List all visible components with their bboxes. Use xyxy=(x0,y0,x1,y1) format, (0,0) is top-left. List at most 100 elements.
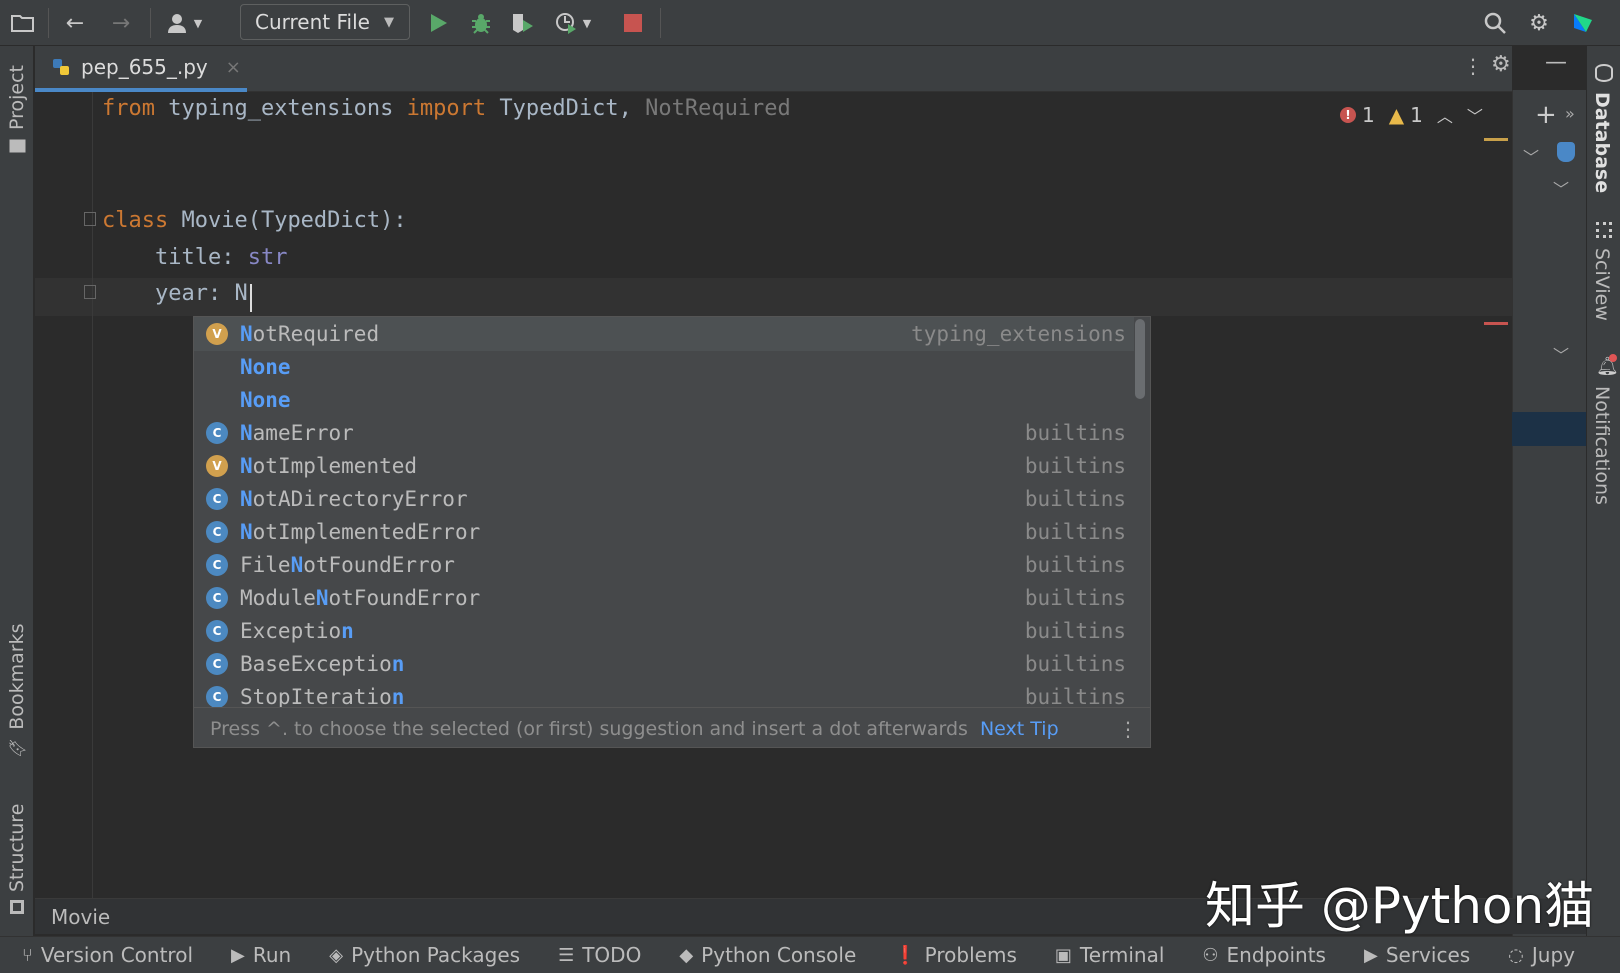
tab-version-control[interactable]: ⑂ Version Control xyxy=(22,943,193,967)
completion-item[interactable]: C FileNotFoundError builtins xyxy=(194,548,1134,582)
structure-tool-button[interactable]: Structure xyxy=(6,804,28,914)
completion-item-name: ModuleNotFoundError xyxy=(240,586,481,610)
completion-item[interactable]: C StopIteration builtins xyxy=(194,680,1134,707)
forward-arrow-icon[interactable]: → xyxy=(106,8,136,38)
settings-gear-icon[interactable]: ⚙ xyxy=(1491,52,1511,77)
completion-item[interactable]: None xyxy=(194,350,1134,384)
version-control-label: Version Control xyxy=(40,943,194,967)
warning-icon: ▲ xyxy=(1388,103,1405,127)
fold-end-marker-icon[interactable] xyxy=(84,285,96,299)
completion-item-source: builtins xyxy=(1024,652,1126,676)
current-line-highlight xyxy=(35,278,1512,316)
search-icon[interactable] xyxy=(1480,8,1510,38)
breadcrumb-item-movie[interactable]: Movie xyxy=(51,905,110,929)
tab-filename: pep_655_.py xyxy=(81,55,208,79)
completion-item[interactable]: C NameError builtins xyxy=(194,416,1134,450)
error-count[interactable]: ! 1 xyxy=(1340,103,1375,127)
expand-more-icon[interactable]: » xyxy=(1565,104,1575,123)
coverage-icon[interactable] xyxy=(508,8,538,38)
class-icon: C xyxy=(206,554,228,576)
completion-item[interactable]: None xyxy=(194,383,1134,417)
completion-item-name: BaseException xyxy=(240,652,405,676)
error-stripe-marker[interactable] xyxy=(1484,322,1508,325)
completion-item[interactable]: V NotRequired typing_extensions xyxy=(194,317,1134,351)
run-icon: ▶ xyxy=(231,944,245,966)
tab-run[interactable]: ▶ Run xyxy=(231,943,291,967)
bottom-tool-bar: ⑂ Version Control ▶ Run ◈ Python Packages ☰ TOD… xyxy=(0,936,1620,973)
tab-todo[interactable]: ☰ TODO xyxy=(558,943,641,967)
add-icon[interactable]: + xyxy=(1535,100,1557,130)
python-packages-label: Python Packages xyxy=(351,943,521,967)
python-file-icon xyxy=(53,59,69,75)
chevron-down-icon[interactable]: ﹀ xyxy=(1553,342,1569,366)
code-line-import[interactable]: from typing_extensions import TypedDict,… xyxy=(102,96,791,121)
completion-scrollbar[interactable] xyxy=(1135,319,1145,399)
database-icon xyxy=(1595,64,1613,82)
tab-problems[interactable]: ❗ Problems xyxy=(894,943,1017,967)
python-packages-icon: ◈ xyxy=(329,944,344,966)
code-line-title[interactable]: title: str xyxy=(102,245,287,270)
tab-python-packages[interactable]: ◈ Python Packages xyxy=(329,943,520,967)
class-icon: C xyxy=(206,653,228,675)
completion-item-source: builtins xyxy=(1024,454,1126,478)
postgresql-icon[interactable] xyxy=(1557,142,1575,162)
class-icon: C xyxy=(206,488,228,510)
warning-stripe-marker[interactable] xyxy=(1484,138,1508,141)
minimize-icon[interactable]: — xyxy=(1545,50,1567,75)
completion-footer: Press ^. to choose the selected (or firs… xyxy=(194,707,1150,747)
tab-services[interactable]: ▶ Services xyxy=(1364,943,1470,967)
completion-item-name: None xyxy=(240,355,291,379)
version-control-icon: ⑂ xyxy=(22,944,33,966)
notification-badge xyxy=(1609,354,1617,362)
completion-item[interactable]: C BaseException builtins xyxy=(194,647,1134,681)
fold-marker-icon[interactable] xyxy=(84,212,96,226)
debug-bug-icon[interactable] xyxy=(466,8,496,38)
code-line-year[interactable]: year: N xyxy=(102,281,248,306)
chevron-down-icon[interactable]: ﹀ xyxy=(1523,144,1539,168)
more-options-icon[interactable]: ⋮ xyxy=(1463,54,1483,78)
bookmark-icon: 🔖︎ xyxy=(6,738,28,758)
database-selected-row[interactable] xyxy=(1512,412,1586,446)
tab-terminal[interactable]: ▣ Terminal xyxy=(1055,943,1165,967)
watermark: 知乎 @Python猫 xyxy=(1205,877,1595,935)
completion-tip-text: Press ^. to choose the selected (or firs… xyxy=(210,717,968,740)
notifications-tool-button[interactable]: Notifications xyxy=(1591,386,1613,505)
inspections-widget[interactable]: ! 1 ▲ 1 ︿ ﹀ xyxy=(1340,100,1483,130)
back-arrow-icon[interactable]: ← xyxy=(60,8,90,38)
completion-item[interactable]: C NotImplementedError builtins xyxy=(194,515,1134,549)
bookmarks-tool-button[interactable]: 🔖︎ Bookmarks xyxy=(6,624,28,758)
open-folder-icon[interactable] xyxy=(8,8,38,38)
gear-icon[interactable]: ⚙ xyxy=(1524,8,1554,38)
completion-item-name: NotImplemented xyxy=(240,454,418,478)
user-menu-icon[interactable]: ▼ xyxy=(160,8,210,38)
type-str: str xyxy=(247,245,288,270)
more-options-icon[interactable]: ⋮ xyxy=(1118,717,1138,741)
database-tool-button[interactable]: Database xyxy=(1591,92,1613,193)
run-icon[interactable] xyxy=(424,8,454,38)
jetbrains-logo-icon[interactable] xyxy=(1568,8,1598,38)
warning-count[interactable]: ▲ 1 xyxy=(1389,103,1423,127)
chevron-down-icon[interactable]: ﹀ xyxy=(1553,176,1569,200)
keyword-import: import xyxy=(406,96,487,121)
problems-label: Problems xyxy=(924,943,1017,967)
chevron-up-icon[interactable]: ︿ xyxy=(1437,103,1453,127)
completion-item-source: builtins xyxy=(1024,520,1126,544)
next-tip-link[interactable]: Next Tip xyxy=(980,718,1059,740)
chevron-down-icon[interactable]: ﹀ xyxy=(1467,103,1483,127)
tab-jupyter[interactable]: ◌ Jupy xyxy=(1508,943,1575,967)
completion-item[interactable]: C ModuleNotFoundError builtins xyxy=(194,581,1134,615)
stop-icon[interactable] xyxy=(618,8,648,38)
close-icon[interactable]: × xyxy=(226,57,241,78)
completion-item[interactable]: C NotADirectoryError builtins xyxy=(194,482,1134,516)
tab-endpoints[interactable]: ⚇ Endpoints xyxy=(1202,943,1326,967)
code-line-class[interactable]: class Movie(TypedDict): xyxy=(102,208,407,233)
project-tool-button[interactable]: Project xyxy=(6,65,28,154)
tab-pep-655[interactable]: pep_655_.py × xyxy=(35,46,247,92)
sciview-tool-button[interactable]: SciView xyxy=(1591,248,1613,321)
services-icon: ▶ xyxy=(1363,944,1378,966)
completion-item[interactable]: V NotImplemented builtins xyxy=(194,449,1134,483)
profile-icon[interactable]: ▼ xyxy=(550,8,596,38)
run-configuration-selector[interactable]: Current File ▼ xyxy=(240,4,410,40)
completion-item[interactable]: C Exception builtins xyxy=(194,614,1134,648)
tab-python-console[interactable]: ◆ Python Console xyxy=(679,943,856,967)
